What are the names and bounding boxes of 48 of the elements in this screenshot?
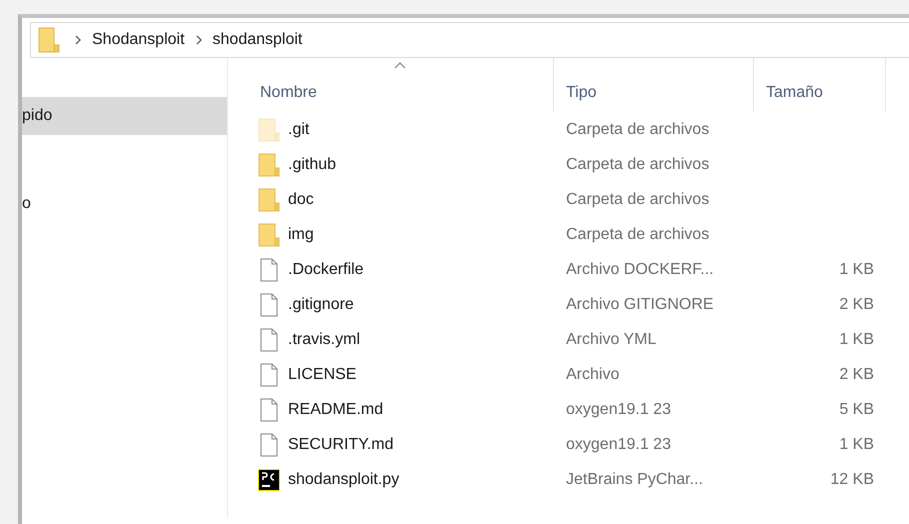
sidebar-item[interactable]: o <box>22 185 227 223</box>
file-size: 1 KB <box>839 330 874 348</box>
breadcrumb-item[interactable]: Shodansploit <box>92 31 185 49</box>
address-bar[interactable]: Shodansploit shodansploit <box>30 22 909 58</box>
file-name[interactable]: img <box>288 226 314 244</box>
column-header[interactable]: Nombre <box>258 58 554 112</box>
column-header[interactable]: Tipo <box>554 58 754 112</box>
file-name[interactable]: doc <box>288 190 314 208</box>
file-name[interactable]: LICENSE <box>288 366 356 384</box>
file-name[interactable]: .github <box>288 156 336 174</box>
file-name[interactable]: .Dockerfile <box>288 260 364 278</box>
file-type: Carpeta de archivos <box>566 226 710 244</box>
file-type: Carpeta de archivos <box>566 190 710 208</box>
document-icon <box>258 362 280 386</box>
file-type: oxygen19.1 23 <box>566 436 671 454</box>
file-name[interactable]: SECURITY.md <box>288 436 394 454</box>
file-type: Archivo DOCKERF... <box>566 260 714 278</box>
file-size: 1 KB <box>839 436 874 454</box>
file-name[interactable]: .git <box>288 120 310 138</box>
file-size: 2 KB <box>839 296 874 314</box>
file-size: 12 KB <box>830 470 874 488</box>
column-header[interactable]: Tamaño <box>754 58 886 112</box>
breadcrumb-item[interactable]: shodansploit <box>212 31 302 49</box>
document-icon <box>258 328 280 352</box>
file-type: Archivo GITIGNORE <box>566 296 714 314</box>
document-icon <box>258 258 280 282</box>
file-name[interactable]: shodansploit.py <box>288 470 400 488</box>
sidebar-item[interactable]: pido <box>22 97 227 135</box>
folder-icon <box>38 27 60 53</box>
file-name[interactable]: README.md <box>288 400 384 418</box>
file-type: Archivo <box>566 366 620 384</box>
document-icon <box>258 292 280 316</box>
file-type: oxygen19.1 23 <box>566 400 671 418</box>
file-size: 2 KB <box>839 366 874 384</box>
chevron-icon <box>74 35 82 45</box>
file-type: JetBrains PyChar... <box>566 470 703 488</box>
document-icon <box>258 432 280 456</box>
file-name[interactable]: .travis.yml <box>288 330 360 348</box>
file-size: 1 KB <box>839 260 874 278</box>
file-size: 5 KB <box>839 400 874 418</box>
chevron-icon <box>194 35 203 45</box>
file-type: Carpeta de archivos <box>566 120 710 138</box>
app-icon <box>258 468 280 490</box>
sort-caret-icon <box>394 62 406 69</box>
file-type: Carpeta de archivos <box>566 156 710 174</box>
document-icon <box>258 398 280 422</box>
file-type: Archivo YML <box>566 330 656 348</box>
file-name[interactable]: .gitignore <box>288 296 354 314</box>
